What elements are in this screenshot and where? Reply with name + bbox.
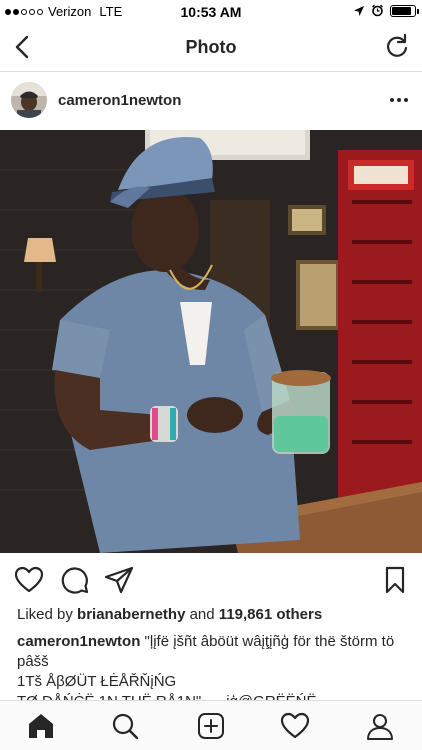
refresh-icon[interactable] xyxy=(382,32,412,62)
activity-heart-icon[interactable] xyxy=(280,711,310,741)
likes-summary: Liked by brianabernethy and 119,861 othe… xyxy=(17,606,322,623)
post-header: cameron1newton xyxy=(0,72,422,130)
nav-header: Photo xyxy=(0,22,422,72)
add-post-icon[interactable] xyxy=(196,711,226,741)
post-username[interactable]: cameron1newton xyxy=(58,92,181,109)
status-right xyxy=(353,4,419,17)
location-arrow-icon xyxy=(354,5,364,16)
post-photo[interactable] xyxy=(0,130,422,553)
caption-line-2: 1Tš ÅβØÜT ŁĖÅŘŇįŃG xyxy=(17,673,177,690)
avatar[interactable] xyxy=(11,82,47,118)
bookmark-icon[interactable] xyxy=(380,565,410,595)
bottom-tab-bar xyxy=(0,700,422,750)
status-bar: Verizon LTE 10:53 AM xyxy=(0,0,422,22)
likes-and: and xyxy=(189,606,215,623)
heart-icon[interactable] xyxy=(14,565,44,595)
likes-prefix: Liked by xyxy=(17,606,73,623)
post-actions xyxy=(0,553,422,605)
ellipsis-icon[interactable] xyxy=(388,90,410,110)
likes-count[interactable]: 119,861 others xyxy=(219,606,322,623)
comment-icon[interactable] xyxy=(60,565,90,595)
chevron-left-icon[interactable] xyxy=(8,32,38,62)
caption-username[interactable]: cameron1newton xyxy=(17,633,140,650)
paper-plane-icon[interactable] xyxy=(104,565,134,595)
alarm-clock-icon xyxy=(372,4,383,17)
liked-by-user[interactable]: brianabernethy xyxy=(77,606,185,623)
battery-icon xyxy=(390,4,419,17)
post-caption: cameron1newton "ļįfë įšñt âböüt wâįţįñģ … xyxy=(17,632,409,702)
home-icon[interactable] xyxy=(26,711,56,741)
profile-icon[interactable] xyxy=(365,711,395,741)
search-icon[interactable] xyxy=(110,711,140,741)
page-title: Photo xyxy=(185,37,237,57)
